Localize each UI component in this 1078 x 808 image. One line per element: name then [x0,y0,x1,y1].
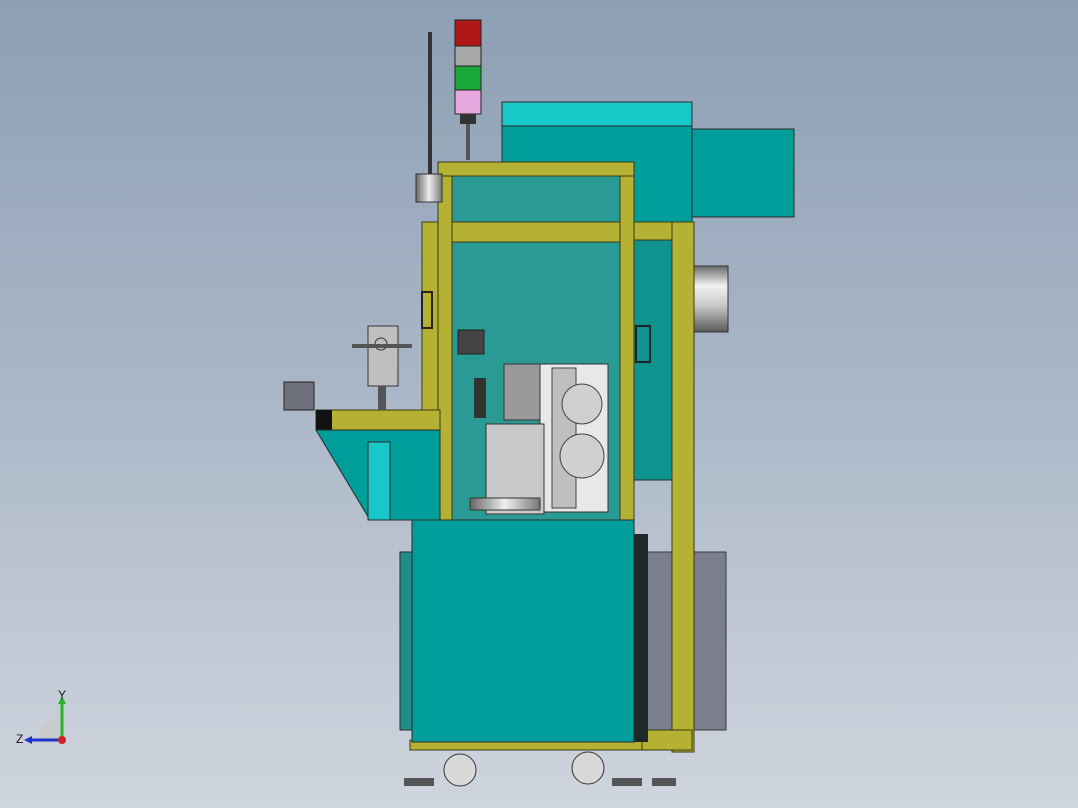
top-side-box [691,128,795,218]
actuator-block [503,363,541,421]
roller-top [415,173,443,203]
cylinder-drum [693,265,729,333]
feeder-motor-box [283,381,315,411]
frame-outer-left [421,221,439,441]
triad-plane-icon [38,716,62,740]
top-cover-lid [501,101,693,127]
clamp-post [378,386,386,410]
tower-base [460,114,476,124]
caster-wheel-right [571,751,605,785]
clamp-arm [352,344,412,348]
frame-cross-beam [451,221,621,243]
feeder-rail [315,409,441,431]
tower-pole [466,124,470,160]
feeder-end-block [316,410,332,430]
y-axis-label: Y [58,688,67,702]
feeder-chute [367,441,391,521]
lower-cabinet [411,519,635,743]
frame-top-beam [437,161,635,177]
leveling-foot-3 [652,778,676,786]
x-axis-origin-icon [58,736,66,744]
tower-light-pink [454,89,482,115]
frame-post-right [619,161,635,523]
antenna-rod [428,32,432,192]
tower-light-green [454,65,482,91]
output-shaft [469,497,541,511]
machine-model[interactable] [0,0,1078,808]
leveling-foot-2 [612,778,642,786]
leveling-foot-1 [404,778,434,786]
tower-light-gray [454,45,482,67]
sensor-head [457,329,485,355]
cabinet-hinge-strip [634,534,648,742]
cad-viewport[interactable]: Y Z [0,0,1078,808]
caster-wheel-left [443,753,477,787]
mechanism-wheel-top [561,383,603,425]
mechanism-wheel-bottom [559,433,605,479]
sensor-mount [474,378,486,418]
z-axis-label: Z [16,732,24,746]
coordinate-triad [24,696,66,744]
clamp-device [367,325,399,387]
tower-light-red [454,19,482,47]
frame-outer-right [671,221,695,753]
